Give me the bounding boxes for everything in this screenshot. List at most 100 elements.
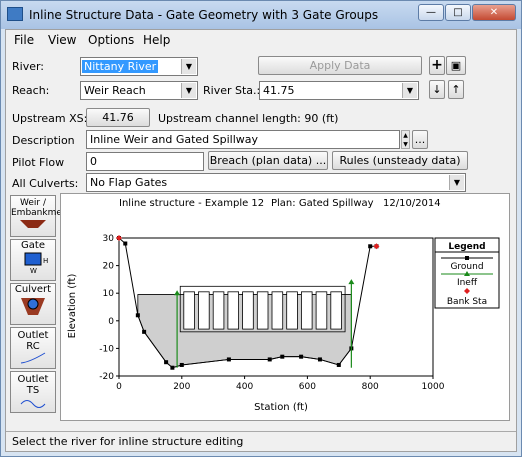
window-title: Inline Structure Data - Gate Geometry wi… xyxy=(29,8,379,22)
gate-opening xyxy=(198,291,210,330)
culvert-label: Culvert xyxy=(14,284,52,295)
ground-point xyxy=(368,244,373,249)
gate-opening xyxy=(315,291,328,330)
outlet-ts-button[interactable]: Outlet TS xyxy=(10,371,56,413)
all-culverts-label: All Culverts: xyxy=(12,177,79,190)
plot-panel: Inline structure - Example 12 Plan: Gate… xyxy=(60,193,510,421)
menu-options[interactable]: Options xyxy=(88,33,134,47)
culvert-button[interactable]: Culvert xyxy=(10,283,56,325)
camera-icon[interactable]: ▣ xyxy=(446,56,466,75)
x-tick-label: 0 xyxy=(116,382,122,392)
x-tick-label: 1000 xyxy=(422,382,445,392)
bank-station-marker xyxy=(373,243,380,250)
reach-select[interactable]: Weir Reach ▼ xyxy=(80,81,198,100)
chart-plan: Plan: Gated Spillway xyxy=(271,198,374,209)
chart-title: Inline structure - Example 12 xyxy=(119,198,264,209)
maximize-button[interactable]: □ xyxy=(445,4,471,21)
legend-title: Legend xyxy=(448,242,485,252)
menu-bar: File View Options Help xyxy=(6,30,516,50)
gate-opening xyxy=(301,291,313,330)
ineff-marker xyxy=(174,290,181,296)
legend-bank-label: Bank Sta xyxy=(447,297,487,307)
close-button[interactable]: ✕ xyxy=(472,4,516,21)
culverts-select[interactable]: No Flap Gates ▼ xyxy=(86,173,466,192)
x-tick-label: 600 xyxy=(299,382,316,392)
status-bar: Select the river for inline structure ed… xyxy=(6,431,516,451)
gate-opening xyxy=(330,291,342,330)
gate-opening xyxy=(212,291,225,330)
gate-geometry-chart: Inline structure - Example 12 Plan: Gate… xyxy=(67,198,500,413)
legend-ground-label: Ground xyxy=(450,262,483,272)
chart-date: 12/10/2014 xyxy=(383,198,441,209)
gate-opening xyxy=(286,291,298,330)
y-tick-label: -10 xyxy=(99,344,114,354)
ground-point xyxy=(135,313,140,318)
chevron-down-icon[interactable]: ▼ xyxy=(402,83,417,98)
x-axis-label: Station (ft) xyxy=(254,402,308,413)
y-tick-label: 30 xyxy=(103,234,115,244)
menu-file[interactable]: File xyxy=(14,33,34,47)
breach-button[interactable]: Breach (plan data) ... xyxy=(208,151,328,170)
x-tick-label: 800 xyxy=(362,382,379,392)
weir-icon xyxy=(20,220,46,228)
x-tick-label: 400 xyxy=(236,382,253,392)
river-label: River: xyxy=(12,60,45,73)
description-scroll[interactable]: ▲ ▼ xyxy=(401,130,410,149)
y-tick-label: 0 xyxy=(108,317,114,327)
app-icon xyxy=(7,7,23,21)
gate-opening xyxy=(271,291,284,330)
outlet-rc-label: Outlet RC xyxy=(17,330,49,352)
description-label: Description xyxy=(12,134,75,147)
ground-point xyxy=(123,241,128,246)
menu-help[interactable]: Help xyxy=(143,33,170,47)
outlet-ts-label: Outlet TS xyxy=(17,374,49,396)
svg-text:W: W xyxy=(30,267,37,275)
rules-button[interactable]: Rules (unsteady data) ... xyxy=(332,151,468,184)
reach-label: Reach: xyxy=(12,84,50,97)
culvert-icon xyxy=(21,298,45,315)
y-tick-label: 20 xyxy=(103,262,115,272)
title-bar: Inline Structure Data - Gate Geometry wi… xyxy=(1,1,521,29)
gate-opening xyxy=(256,291,269,330)
ground-point xyxy=(164,360,169,365)
legend-ground-marker xyxy=(465,256,469,260)
menu-view[interactable]: View xyxy=(48,33,76,47)
ground-point xyxy=(179,362,184,367)
chevron-down-icon[interactable]: ▼ xyxy=(181,83,196,98)
legend-ineff-label: Ineff xyxy=(457,278,478,288)
pilot-flow-label: Pilot Flow xyxy=(12,156,65,169)
arrow-down-icon[interactable]: ↓ xyxy=(429,80,445,99)
arrow-up-icon[interactable]: ↑ xyxy=(448,80,464,99)
description-field[interactable]: Inline Weir and Gated Spillway xyxy=(86,130,400,149)
ground-point xyxy=(299,354,304,359)
gate-label: Gate xyxy=(21,240,45,251)
window: Inline Structure Data - Gate Geometry wi… xyxy=(0,0,522,457)
description-ellipsis-button[interactable]: ... xyxy=(412,130,428,149)
gate-button[interactable]: Gate HW xyxy=(10,239,56,281)
y-tick-label: -20 xyxy=(99,372,114,382)
add-icon[interactable]: + xyxy=(429,56,445,75)
sidebar: Weir / Embankment Gate HW Culvert Outlet… xyxy=(10,195,71,413)
river-sta-label: River Sta.: xyxy=(203,84,261,97)
river-select[interactable]: Nittany River ▼ xyxy=(80,57,198,76)
pilot-flow-field[interactable]: 0 xyxy=(86,152,204,171)
apply-data-button[interactable]: Apply Data xyxy=(258,56,422,75)
client-area: File View Options Help River: Nittany Ri… xyxy=(5,29,517,452)
chevron-down-icon[interactable]: ▼ xyxy=(449,175,464,190)
outlet-rc-button[interactable]: Outlet RC xyxy=(10,327,56,369)
upstream-xs-button[interactable]: 41.76 xyxy=(86,108,150,127)
river-sta-select[interactable]: 41.75 ▼ xyxy=(259,81,419,100)
gate-opening xyxy=(227,291,240,330)
gate-opening xyxy=(242,291,254,330)
ineff-marker xyxy=(348,279,355,285)
channel-length-text: Upstream channel length: 90 (ft) xyxy=(158,112,339,125)
gate-opening xyxy=(183,291,195,330)
y-axis-label: Elevation (ft) xyxy=(67,274,78,339)
ground-point xyxy=(142,329,147,334)
minimize-button[interactable]: — xyxy=(418,4,444,21)
chevron-down-icon[interactable]: ▼ xyxy=(181,59,196,74)
ground-point xyxy=(336,362,341,367)
weir-embankment-button[interactable]: Weir / Embankment xyxy=(10,195,71,237)
upstream-xs-label: Upstream XS: xyxy=(12,112,88,125)
time-series-icon xyxy=(20,400,46,408)
